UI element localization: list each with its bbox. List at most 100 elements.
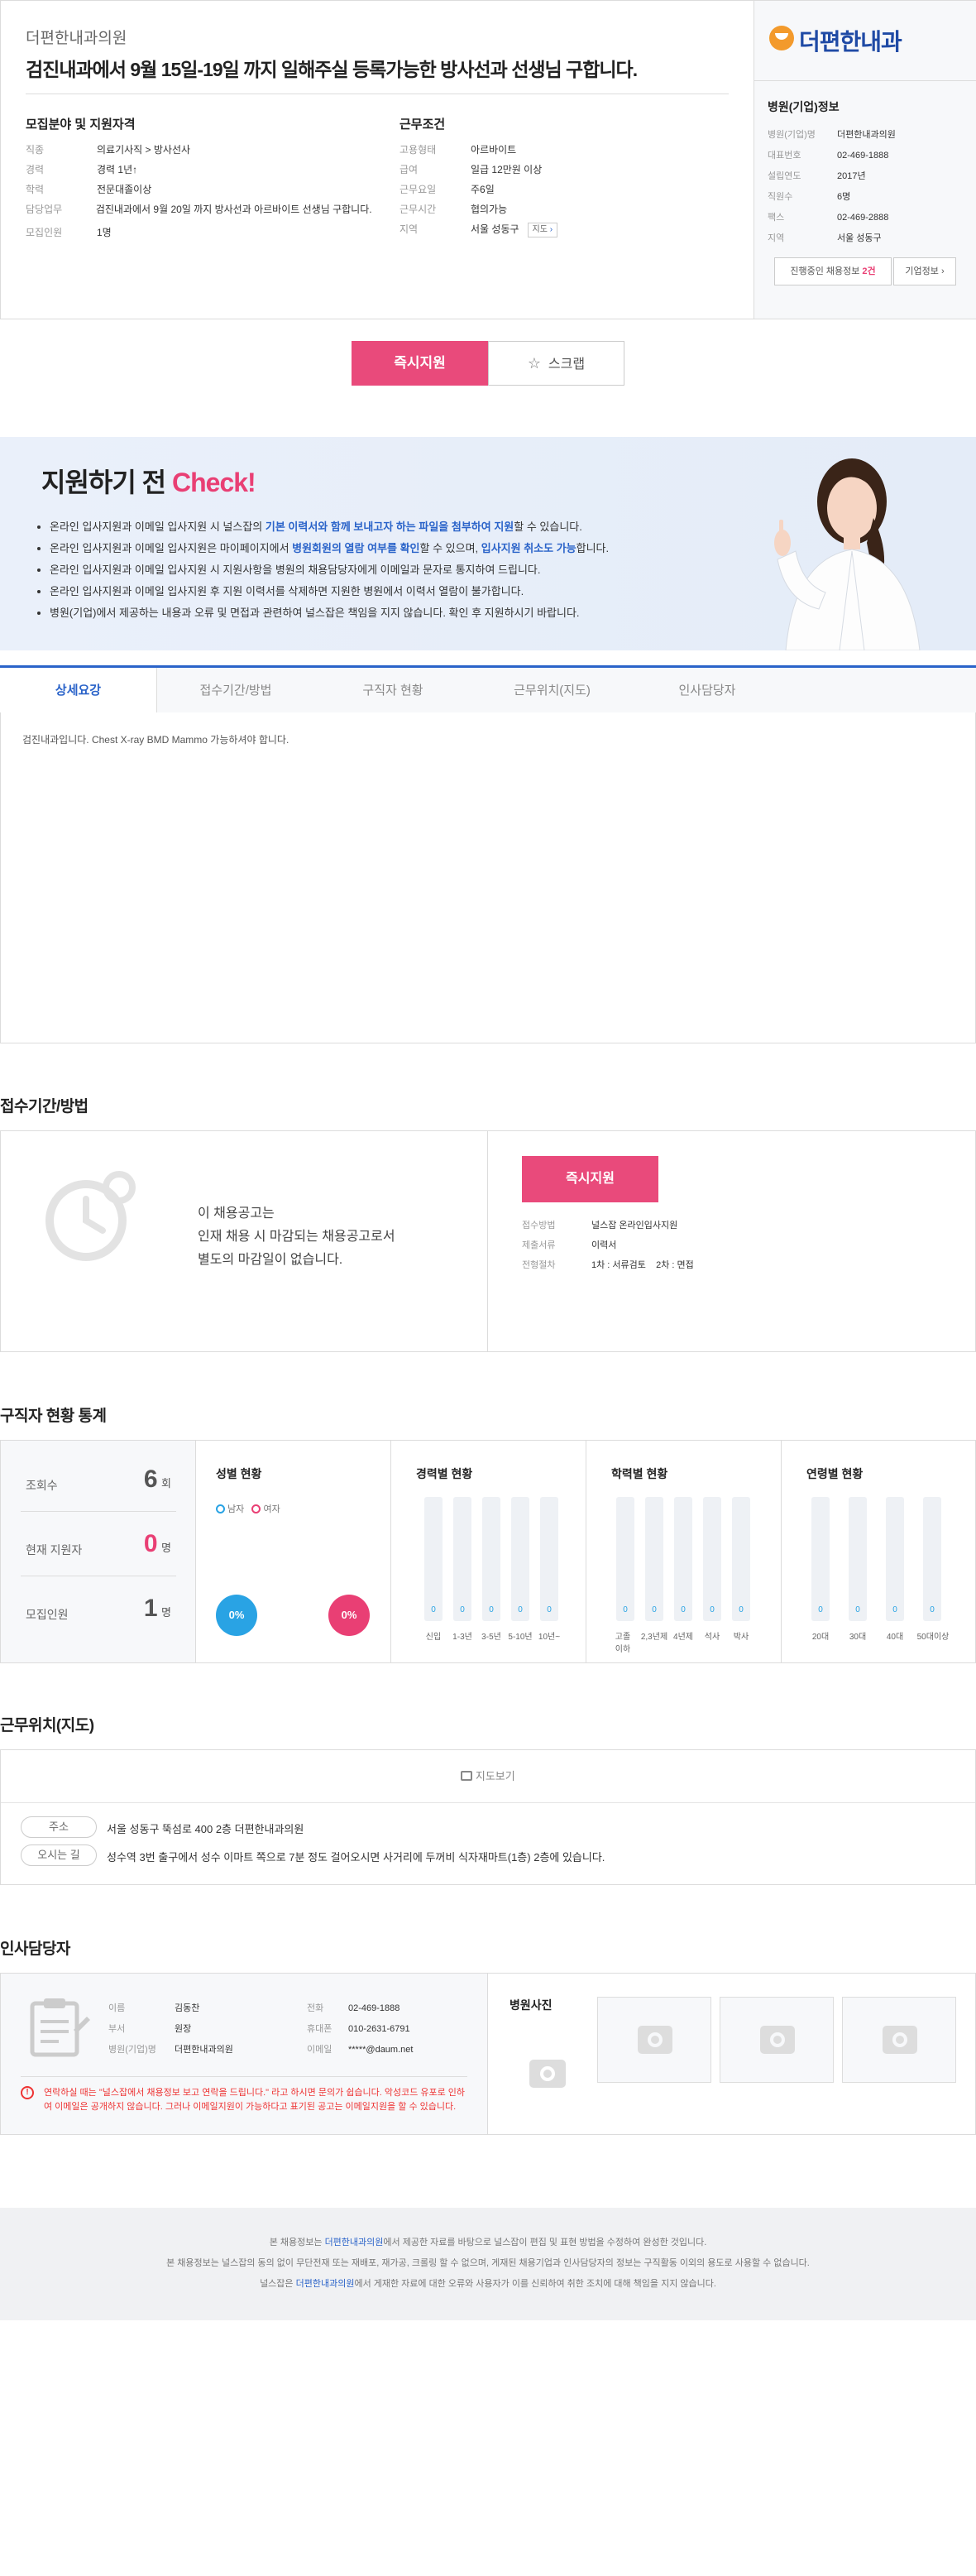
- chevron-right-icon: ›: [940, 266, 945, 276]
- bar-label: 20대: [811, 1633, 830, 1642]
- row-value: 경력 1년↑: [97, 164, 138, 175]
- divider: [21, 2076, 467, 2077]
- education-bar: 0: [645, 1497, 663, 1621]
- row-value: 김동찬: [175, 2003, 200, 2013]
- location-heading: 근무위치(지도): [0, 1717, 94, 1734]
- check-item: 온라인 입사지원과 이메일 입사지원은 마이페이지에서 병원회원의 열람 여부를…: [50, 538, 761, 559]
- disclaimer-line: 본 채용정보는 더편한내과의원에서 제공한 자료를 바탕으로 널스잡이 편집 및…: [269, 2238, 707, 2247]
- tab-period[interactable]: 접수기간/방법: [157, 668, 314, 714]
- tab-contact[interactable]: 인사담당자: [633, 668, 782, 714]
- conditions-row: 근무요일 주6일: [399, 180, 730, 199]
- chevron-right-icon: ›: [549, 225, 553, 234]
- conditions-heading: 근무조건: [399, 118, 446, 132]
- map-button[interactable]: 지도 ›: [527, 223, 558, 237]
- applicants-unit: 명: [161, 1542, 171, 1554]
- gender-stats: 성별 현황 남자 여자 0% 0%: [196, 1441, 391, 1662]
- bar-value: 0: [623, 1605, 628, 1614]
- age-stats: 연령별 현황 0 0 0 0 20대 30대 40대 50대이상: [782, 1441, 975, 1662]
- row-value: 02-469-1888: [348, 2003, 400, 2013]
- bar-value: 0: [892, 1605, 897, 1614]
- map-icon: [461, 1771, 473, 1781]
- bar-value: 0: [681, 1605, 686, 1614]
- row-label: 급여: [399, 164, 419, 175]
- row-value: 협의가능: [471, 204, 508, 215]
- bar-value: 0: [547, 1605, 552, 1614]
- education-bar: 0: [732, 1497, 750, 1621]
- gender-legend: 남자 여자: [216, 1502, 280, 1515]
- company-name: 더편한내과의원: [26, 30, 127, 47]
- career-bar: 0: [482, 1497, 500, 1621]
- age-bar: 0: [849, 1497, 867, 1621]
- career-bar: 0: [424, 1497, 443, 1621]
- applicants-number: 0: [143, 1530, 158, 1557]
- row-value: 더편한내과의원: [175, 2045, 233, 2055]
- map-view-button[interactable]: 지도보기: [1, 1750, 975, 1803]
- views-unit: 회: [161, 1477, 171, 1489]
- row-value: 아르바이트: [471, 144, 517, 156]
- row-label: 휴대폰: [307, 2024, 333, 2034]
- conditions-table: 고용형태 아르바이트 급여 일급 12만원 이상 근무요일 주6일 근무시간 협의가능 …: [399, 140, 730, 239]
- apply-now-button[interactable]: 즉시지원: [522, 1156, 658, 1202]
- row-value: 02-469-2888: [837, 213, 889, 223]
- bar-value: 0: [739, 1605, 744, 1614]
- photo-slot[interactable]: [842, 1997, 956, 2083]
- tab-applicants[interactable]: 구직자 현황: [314, 668, 471, 714]
- contact-table-right: 전화 02-469-1888 휴대폰 010-2631-6791 이메일 *****@…: [307, 1998, 413, 2060]
- education-bar: 0: [703, 1497, 721, 1621]
- bar-label: 1-3년: [452, 1633, 472, 1642]
- apply-now-button[interactable]: 즉시지원: [352, 341, 488, 386]
- conditions-row: 지역 서울 성동구 지도 ›: [399, 219, 730, 239]
- map-view-label: 지도보기: [475, 1770, 515, 1782]
- doctor-illustration: [774, 458, 921, 650]
- row-label: 근무시간: [399, 204, 437, 215]
- photo-slot[interactable]: [597, 1997, 711, 2083]
- ongoing-jobs-button[interactable]: 진행중인 채용정보 2건: [774, 257, 892, 285]
- period-panel: 이 채용공고는 인재 채용 시 마감되는 채용공고로서 별도의 마감일이 없습니…: [0, 1130, 976, 1352]
- row-label: 대표번호: [768, 151, 801, 161]
- age-bar: 0: [923, 1497, 941, 1621]
- row-value: 010-2631-6791: [348, 2024, 410, 2034]
- applicants-value: 0 명: [125, 1530, 171, 1558]
- period-message-line: 이 채용공고는: [198, 1206, 275, 1221]
- tab-location[interactable]: 근무위치(지도): [471, 668, 633, 714]
- contact-notice: 연락하실 때는 "널스잡에서 채용정보 보고 연락을 드립니다." 라고 하시면…: [44, 2088, 466, 2112]
- company-info-button[interactable]: 기업정보 ›: [893, 257, 956, 285]
- age-bar: 0: [886, 1497, 904, 1621]
- row-label: 팩스: [768, 213, 785, 223]
- route-label: 오시는 길: [21, 1844, 97, 1866]
- row-label: 전형절차: [522, 1260, 556, 1270]
- row-label: 제출서류: [522, 1240, 556, 1250]
- clipboard-icon: [30, 1998, 90, 2057]
- tab-detail[interactable]: 상세요강: [0, 668, 157, 715]
- bar-label: 신입: [425, 1633, 442, 1642]
- camera-icon: [883, 2026, 917, 2054]
- photo-slot[interactable]: [720, 1997, 834, 2083]
- camera-icon: [760, 2026, 795, 2054]
- scrap-button[interactable]: ☆ 스크랩: [488, 341, 624, 386]
- alert-icon: !: [21, 2086, 34, 2099]
- conditions-row: 근무시간 협의가능: [399, 199, 730, 219]
- period-heading: 접수기간/방법: [0, 1098, 89, 1115]
- hospital-table: 병원(기업)명 더편한내과의원 대표번호 02-469-1888 설립연도 2017년…: [768, 125, 966, 249]
- detail-text: 검진내과입니다. Chest X-ray BMD Mammo 가능하셔야 합니다…: [22, 734, 289, 746]
- bar-value: 0: [518, 1605, 523, 1614]
- conditions-row: 급여 일급 12만원 이상: [399, 160, 730, 180]
- map-button-label: 지도: [532, 225, 548, 234]
- career-bar: 0: [540, 1497, 558, 1621]
- bar-value: 0: [431, 1605, 436, 1614]
- female-percent: 0%: [328, 1595, 370, 1636]
- photo-heading: 병원사진: [510, 1998, 553, 2012]
- bar-label: 30대: [849, 1633, 867, 1642]
- period-row: 전형절차 1차 : 서류검토 2차 : 면접: [522, 1255, 694, 1275]
- bar-value: 0: [710, 1605, 715, 1614]
- row-value: 서울 성동구: [837, 233, 882, 243]
- contact-row: 휴대폰 010-2631-6791: [307, 2019, 413, 2040]
- recruit-label: 모집인원: [26, 1608, 69, 1621]
- row-label: 학력: [26, 184, 45, 195]
- route-text: 성수역 3번 출구에서 성수 이마트 쪽으로 7분 정도 걸어오시면 사거리에 …: [107, 1851, 605, 1864]
- views-number: 6: [143, 1465, 158, 1493]
- bar-label: 10년~: [538, 1633, 561, 1642]
- row-value: 검진내과에서 9월 20일 까지 방사선과 아르바이트 선생님 구합니다.: [95, 204, 372, 215]
- row-value: 1차 : 서류검토 2차 : 면접: [591, 1260, 694, 1270]
- bar-label: 3-5년: [481, 1633, 501, 1642]
